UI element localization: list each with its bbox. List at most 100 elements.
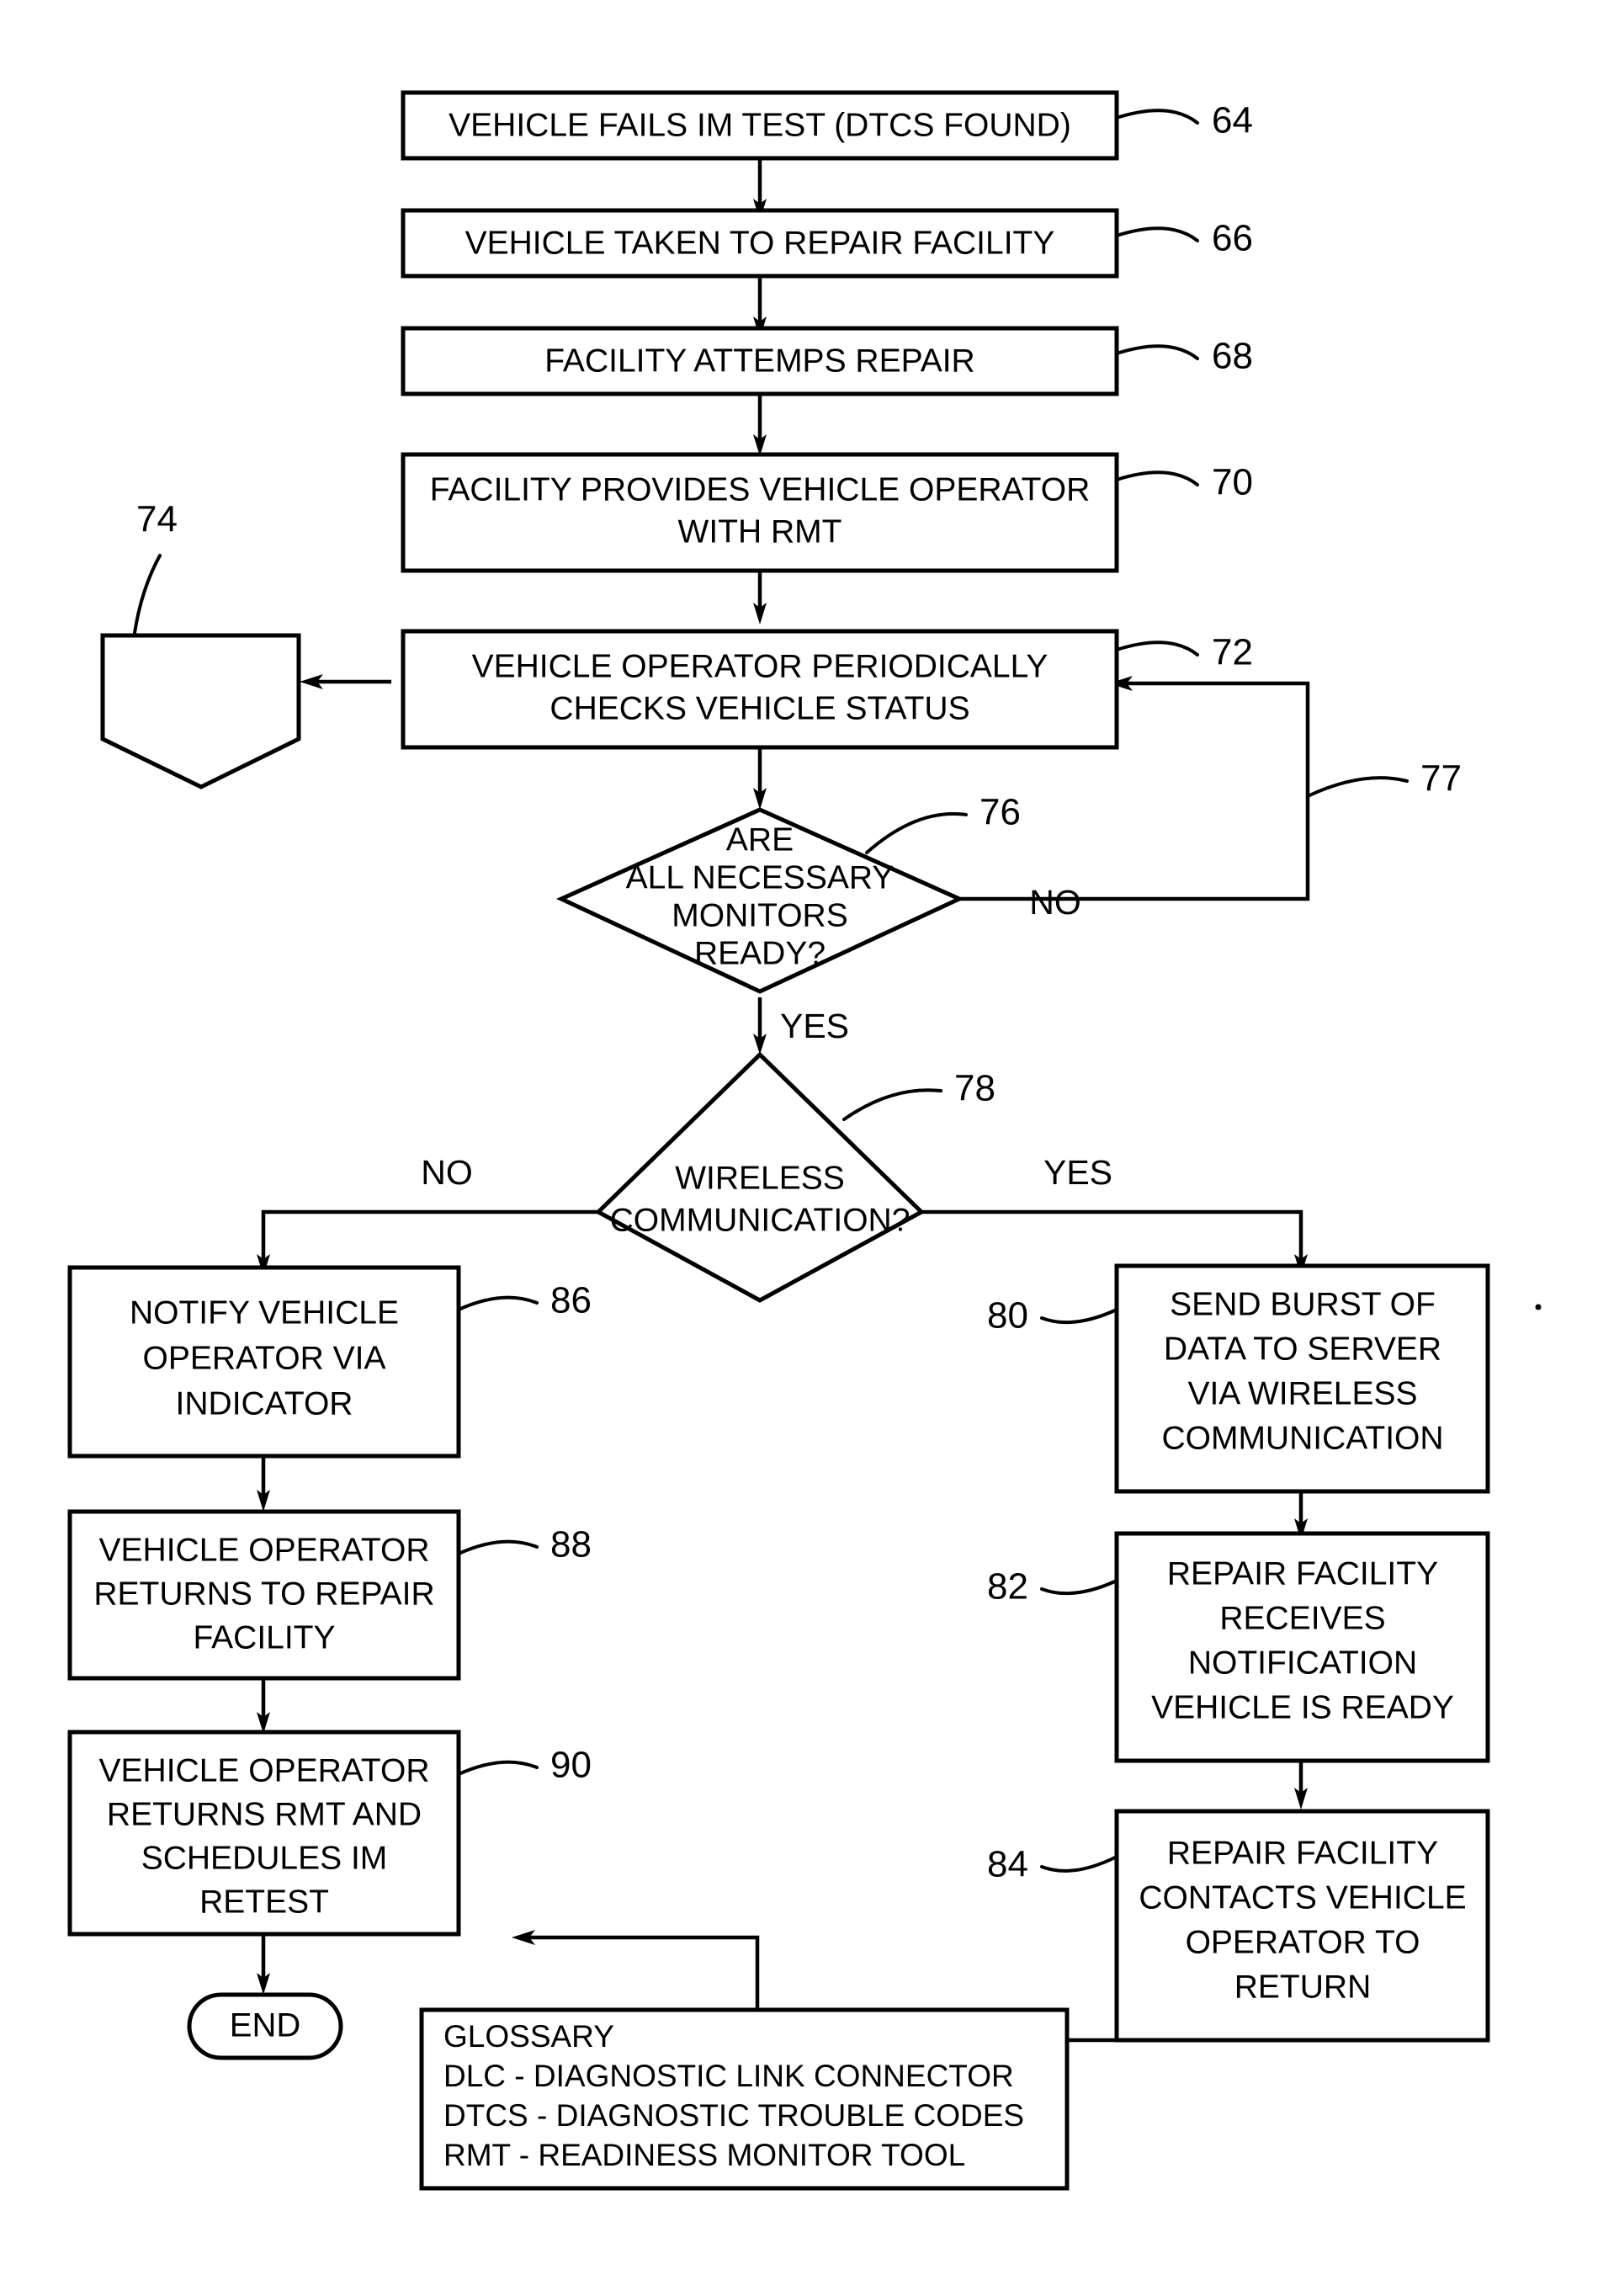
node-82[interactable]: REPAIR FACILITY RECEIVES NOTIFICATION VE… [1114,1531,1490,1763]
node-80-line-1: SEND BURST OF [1170,1286,1436,1322]
ref-callout-86: 86 [457,1280,592,1321]
node-78-line-2: COMMUNICATION? [610,1202,910,1238]
node-82-line-1: REPAIR FACILITY [1167,1555,1438,1592]
node-72[interactable]: VEHICLE OPERATOR PERIODICALLY CHECKS VEH… [401,629,1119,750]
node-76-line-4: READY? [694,935,826,971]
node-84-line-2: CONTACTS VEHICLE [1139,1879,1466,1916]
node-90-line-2: RETURNS RMT AND [107,1796,422,1832]
node-64-line-1: VEHICLE FAILS IM TEST (DTCS FOUND) [449,107,1071,143]
ref-label-68: 68 [1212,336,1253,377]
node-90-line-3: SCHEDULES IM [141,1840,388,1876]
ref-label-80: 80 [987,1295,1028,1337]
ref-callout-77: 77 [1306,758,1462,800]
ref-callout-64: 64 [1115,100,1253,141]
node-76-line-1: ARE [726,821,794,858]
flowchart-page: VEHICLE FAILS IM TEST (DTCS FOUND) VEHIC… [0,0,1598,2296]
node-70[interactable]: FACILITY PROVIDES VEHICLE OPERATOR WITH … [401,452,1119,573]
glossary-entry-rmt: RMT - READINESS MONITOR TOOL [443,2138,965,2172]
edge-72-76 [753,747,767,810]
ref-callout-90: 90 [457,1745,592,1786]
node-90-line-1: VEHICLE OPERATOR [99,1752,430,1788]
node-68-line-1: FACILITY ATTEMPS REPAIR [544,343,974,379]
node-88-line-3: FACILITY [193,1619,335,1656]
edge-68-70 [753,394,767,456]
node-90-line-4: RETEST [199,1884,329,1920]
node-68[interactable]: FACILITY ATTEMPS REPAIR [401,326,1119,396]
node-82-line-4: VEHICLE IS READY [1151,1689,1454,1725]
ref-label-78: 78 [954,1068,995,1109]
ref-label-90: 90 [550,1745,592,1786]
node-70-line-1: FACILITY PROVIDES VEHICLE OPERATOR [430,471,1091,508]
node-76-line-3: MONITORS [672,897,847,933]
node-86-line-1: NOTIFY VEHICLE [130,1294,399,1331]
node-84-line-3: OPERATOR TO [1186,1924,1420,1960]
node-72-line-2: CHECKS VEHICLE STATUS [549,690,969,726]
node-66[interactable]: VEHICLE TAKEN TO REPAIR FACILITY [401,208,1119,279]
edge-82-84 [1294,1761,1308,1810]
ref-callout-74: 74 [133,499,178,635]
ref-callout-78: 78 [842,1068,995,1121]
node-86-line-2: OPERATOR VIA [143,1340,386,1376]
node-80[interactable]: SEND BURST OF DATA TO SERVER VIA WIRELES… [1114,1263,1490,1494]
ref-label-82: 82 [987,1566,1028,1608]
glossary-entry-dtcs: DTCS - DIAGNOSTIC TROUBLE CODES [443,2098,1024,2133]
edge-70-72 [753,571,767,624]
node-end-label: END [230,2007,300,2044]
ref-callout-80: 80 [987,1295,1118,1337]
ref-callout-88: 88 [457,1524,592,1565]
branch-label-78-no: NO [421,1153,473,1192]
node-86[interactable]: NOTIFY VEHICLE OPERATOR VIA INDICATOR [67,1265,461,1459]
node-78-line-1: WIRELESS [675,1160,845,1196]
node-80-line-4: COMMUNICATION [1161,1420,1443,1456]
ref-label-64: 64 [1212,100,1253,141]
ref-label-86: 86 [550,1280,592,1321]
edge-90-end [257,1934,270,1995]
node-82-line-3: NOTIFICATION [1188,1645,1417,1681]
ref-callout-84: 84 [987,1844,1118,1885]
ref-label-88: 88 [550,1524,592,1565]
node-88-line-1: VEHICLE OPERATOR [99,1532,430,1568]
edge-72-74 [300,674,391,689]
node-end[interactable]: END [187,1992,343,2060]
edge-88-90 [257,1678,270,1734]
node-84-line-1: REPAIR FACILITY [1167,1835,1438,1871]
glossary-entry-dlc: DLC - DIAGNOSTIC LINK CONNECTOR [443,2059,1014,2093]
ref-label-77: 77 [1420,758,1462,800]
ref-callout-70: 70 [1115,462,1253,503]
node-84-line-4: RETURN [1234,1969,1372,2005]
ref-label-72: 72 [1212,632,1253,673]
print-speck [1535,1304,1542,1310]
node-82-line-2: RECEIVES [1219,1600,1385,1636]
ref-label-84: 84 [987,1844,1028,1885]
node-88-line-2: RETURNS TO REPAIR [93,1576,434,1612]
node-80-line-2: DATA TO SERVER [1164,1331,1441,1367]
node-66-line-1: VEHICLE TAKEN TO REPAIR FACILITY [465,225,1055,261]
node-86-line-3: INDICATOR [176,1385,353,1422]
node-70-line-2: WITH RMT [678,513,842,550]
node-90[interactable]: VEHICLE OPERATOR RETURNS RMT AND SCHEDUL… [67,1730,461,1937]
branch-label-78-yes: YES [1043,1153,1112,1192]
edge-76-78 [753,997,767,1055]
node-74[interactable] [100,633,301,789]
node-72-line-1: VEHICLE OPERATOR PERIODICALLY [472,648,1049,684]
branch-label-76-no: NO [1029,883,1081,922]
node-88[interactable]: VEHICLE OPERATOR RETURNS TO REPAIR FACIL… [67,1509,461,1681]
ref-callout-68: 68 [1115,336,1253,377]
node-78[interactable]: WIRELESS COMMUNICATION? [594,1051,926,1303]
node-76-line-2: ALL NECESSARY [626,859,895,896]
glossary-title: GLOSSARY [443,2019,614,2054]
ref-label-70: 70 [1212,462,1253,503]
ref-callout-66: 66 [1115,218,1253,259]
node-80-line-3: VIA WIRELESS [1187,1375,1417,1411]
ref-label-76: 76 [980,792,1021,833]
node-64[interactable]: VEHICLE FAILS IM TEST (DTCS FOUND) [401,90,1119,161]
ref-callout-76: 76 [865,792,1021,854]
ref-callout-72: 72 [1115,632,1253,673]
flowchart-canvas: VEHICLE FAILS IM TEST (DTCS FOUND) VEHIC… [67,90,1542,2191]
edge-86-88 [257,1456,270,1512]
ref-callout-82: 82 [987,1566,1118,1608]
node-84[interactable]: REPAIR FACILITY CONTACTS VEHICLE OPERATO… [1114,1809,1490,2043]
glossary-box: GLOSSARY DLC - DIAGNOSTIC LINK CONNECTOR… [419,2007,1070,2191]
ref-label-66: 66 [1212,218,1253,259]
node-76[interactable]: ARE ALL NECESSARY MONITORS READY? [555,807,965,994]
